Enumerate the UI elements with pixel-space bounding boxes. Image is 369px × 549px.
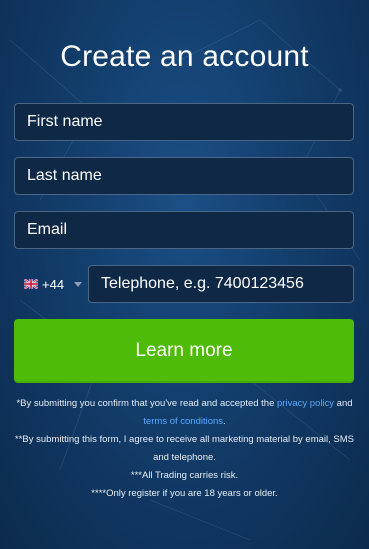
phone-row: +44: [14, 265, 355, 303]
learn-more-button[interactable]: Learn more: [14, 319, 354, 383]
privacy-policy-link[interactable]: privacy policy: [277, 398, 334, 409]
disclaimer-line-3: ***All Trading carries risk.: [130, 470, 239, 481]
signup-form: Create an account +44 Learn more *By sub…: [0, 0, 369, 503]
disclaimer-line-4: ****Only register if you are 18 years or…: [91, 488, 278, 499]
country-code-label: +44: [42, 276, 65, 292]
country-code-select[interactable]: +44: [14, 265, 88, 303]
uk-flag-icon: [24, 279, 38, 289]
disclaimer: *By submitting you confirm that you've r…: [14, 395, 355, 503]
email-field[interactable]: [14, 211, 354, 249]
disclaimer-text-and: and: [334, 398, 353, 409]
telephone-field[interactable]: [88, 265, 354, 303]
last-name-field[interactable]: [14, 157, 354, 195]
disclaimer-text-end: .: [223, 416, 226, 427]
disclaimer-text: *By submitting you confirm that you've r…: [16, 398, 278, 409]
disclaimer-line-1: *By submitting you confirm that you've r…: [14, 395, 355, 431]
chevron-down-icon: [74, 281, 83, 287]
disclaimer-line-2: **By submitting this form, I agree to re…: [15, 434, 354, 463]
page-title: Create an account: [60, 40, 309, 73]
first-name-field[interactable]: [14, 103, 354, 141]
terms-link[interactable]: terms of conditions: [143, 416, 223, 427]
